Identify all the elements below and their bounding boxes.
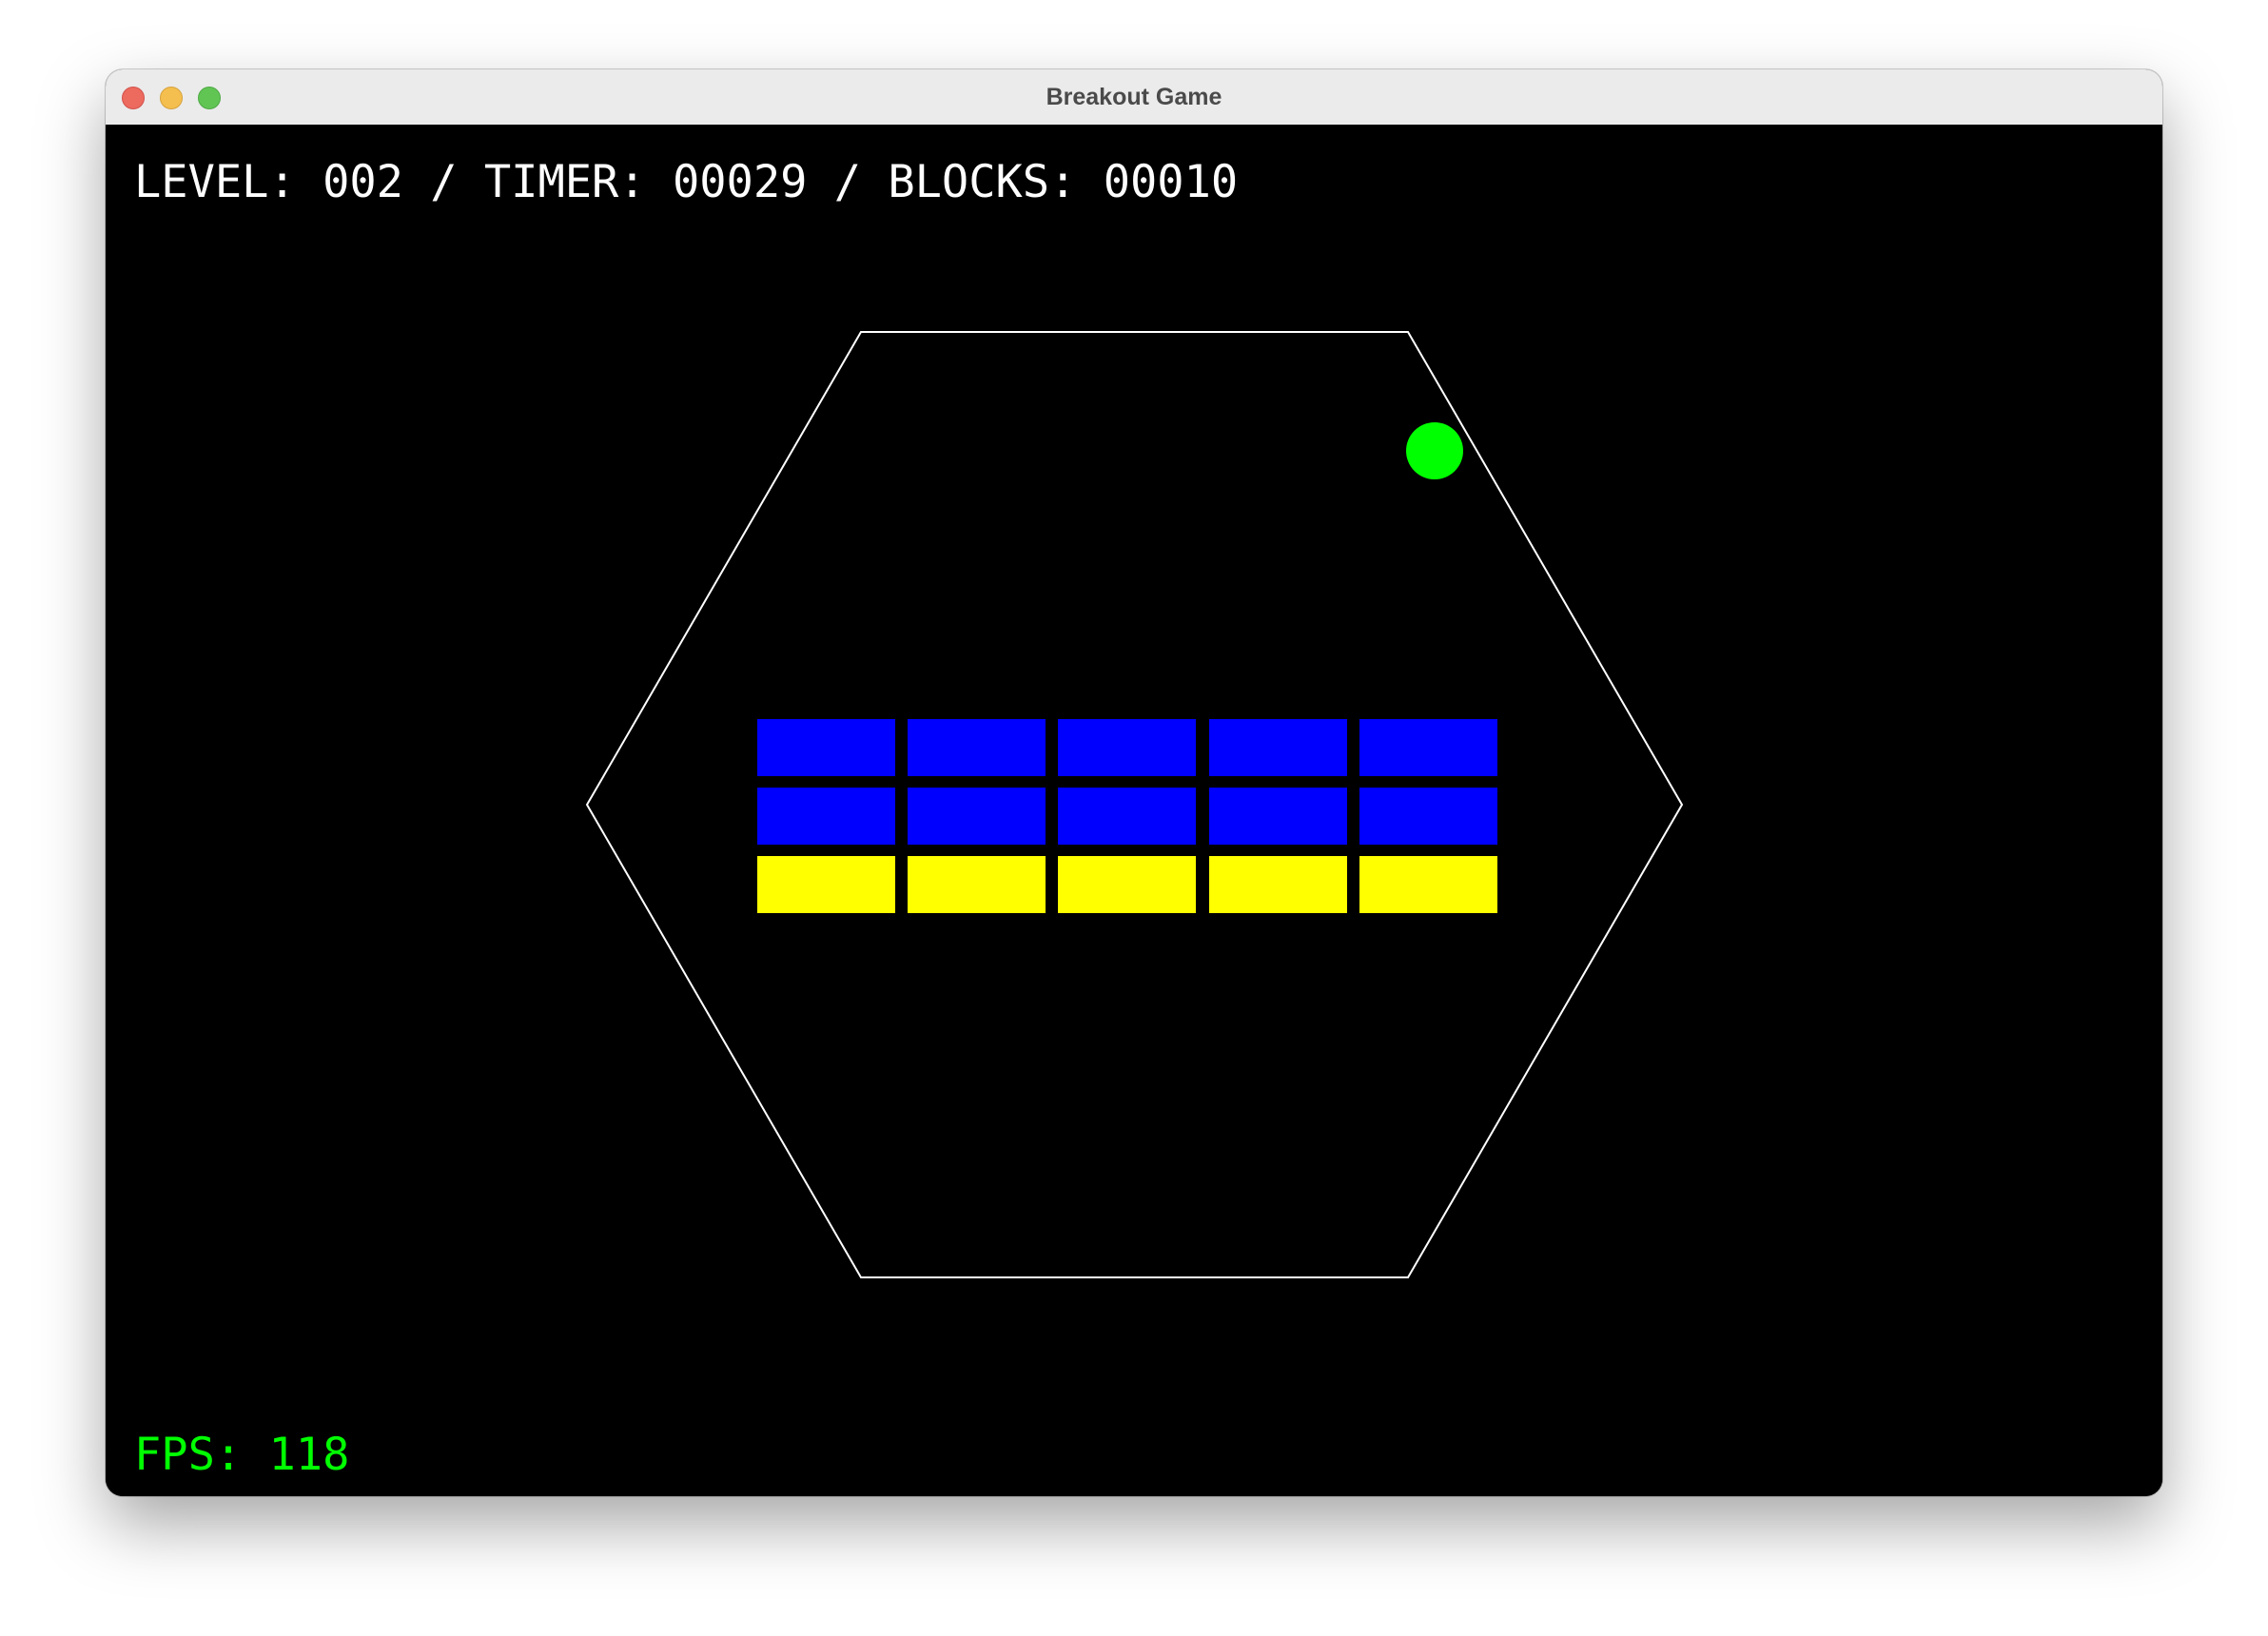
block — [1058, 788, 1196, 845]
block — [1209, 788, 1347, 845]
fps-label: FPS: — [134, 1428, 243, 1481]
fps-counter: FPS: 118 — [134, 1426, 349, 1483]
play-field — [585, 331, 1684, 1278]
game-window: Breakout Game LEVEL: 002 / TIMER: 00029 … — [106, 69, 2162, 1496]
block-grid — [757, 719, 1497, 913]
block — [908, 788, 1046, 845]
block — [1058, 719, 1196, 776]
window-title: Breakout Game — [1046, 84, 1222, 110]
block — [757, 719, 895, 776]
block — [1209, 719, 1347, 776]
ball — [1406, 422, 1463, 479]
block — [1359, 719, 1497, 776]
block — [757, 856, 895, 913]
block — [908, 719, 1046, 776]
block — [757, 788, 895, 845]
block — [1359, 856, 1497, 913]
block — [1359, 788, 1497, 845]
fps-value: 118 — [268, 1428, 350, 1481]
title-bar: Breakout Game — [106, 69, 2162, 126]
block — [1058, 856, 1196, 913]
block — [1209, 856, 1347, 913]
game-canvas[interactable]: LEVEL: 002 / TIMER: 00029 / BLOCKS: 0001… — [106, 125, 2162, 1496]
block — [908, 856, 1046, 913]
